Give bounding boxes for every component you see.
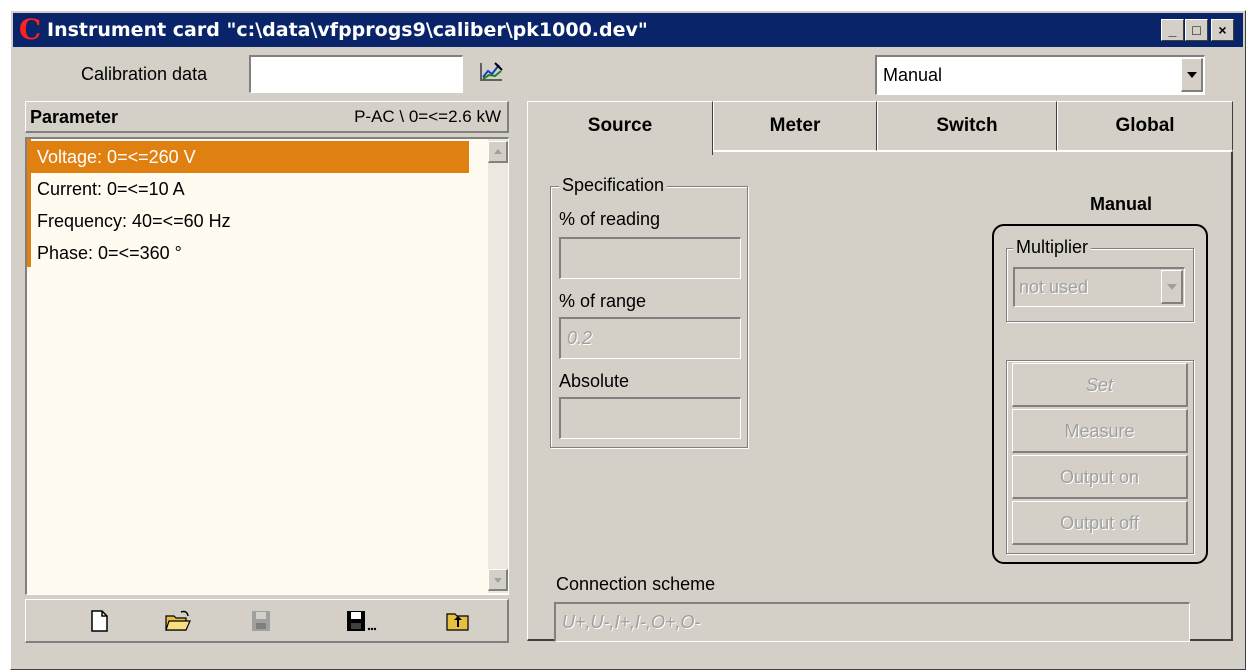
chevron-down-icon: [1167, 284, 1177, 290]
chevron-down-icon: [494, 578, 502, 583]
list-item-frequency[interactable]: Frequency: 40=<=60 Hz: [31, 205, 469, 237]
specification-legend: Specification: [559, 175, 668, 196]
scroll-up-button[interactable]: [488, 141, 508, 163]
parameter-list-scrollbar[interactable]: [488, 139, 508, 593]
mode-select-dropdown-button[interactable]: [1181, 58, 1203, 92]
manual-panel: Multiplier not used Set Measure Output o…: [992, 224, 1208, 564]
parameter-list[interactable]: Voltage: 0=<=260 V Current: 0=<=10 A Fre…: [25, 137, 509, 595]
instrument-card-window: C Instrument card "c:\data\vfpprogs9\cal…: [10, 10, 1246, 670]
connection-scheme-input[interactable]: U+,U-,I+,I-,O+,O-: [554, 602, 1190, 642]
absolute-input[interactable]: [559, 397, 741, 439]
percent-of-range-label: % of range: [559, 291, 647, 311]
measure-button[interactable]: Measure: [1012, 409, 1188, 453]
mode-select-value: Manual: [883, 65, 943, 85]
percent-of-reading-label: % of reading: [559, 209, 661, 229]
calibration-data-label: Calibration data: [81, 64, 208, 84]
tab-global[interactable]: Global: [1057, 101, 1233, 151]
percent-of-range-input[interactable]: 0.2: [559, 317, 741, 359]
chevron-up-icon: [494, 149, 502, 154]
minimize-icon: _: [1168, 22, 1177, 38]
scroll-down-button[interactable]: [488, 569, 508, 591]
connection-scheme-label: Connection scheme: [556, 574, 716, 594]
parameter-toolbar: [25, 599, 509, 643]
tab-switch[interactable]: Switch: [877, 101, 1057, 151]
list-item-voltage[interactable]: Voltage: 0=<=260 V: [31, 141, 469, 173]
tab-page-source: Specification % of reading % of range 0.…: [527, 151, 1233, 642]
absolute-label: Absolute: [559, 371, 630, 391]
multiplier-dropdown-button[interactable]: [1161, 270, 1183, 304]
tab-control: Source Meter Switch Global Specification…: [527, 101, 1233, 642]
output-on-button[interactable]: Output on: [1012, 455, 1188, 499]
maximize-button[interactable]: □: [1185, 19, 1208, 41]
percent-of-reading-input[interactable]: [559, 237, 741, 279]
window-title: Instrument card "c:\data\vfpprogs9\calib…: [47, 19, 648, 41]
parameter-header-range: P-AC \ 0=<=2.6 kW: [354, 107, 501, 126]
save-disabled-icon[interactable]: [248, 608, 274, 634]
manual-title: Manual: [1090, 194, 1153, 214]
mode-select[interactable]: Manual: [875, 55, 1205, 95]
maximize-icon: □: [1192, 22, 1201, 38]
parameter-header-title: Parameter: [30, 107, 119, 127]
save-as-icon[interactable]: [344, 608, 378, 634]
multiplier-legend: Multiplier: [1013, 237, 1092, 258]
close-button[interactable]: ×: [1211, 19, 1234, 41]
multiplier-select[interactable]: not used: [1013, 267, 1185, 307]
close-icon: ×: [1218, 22, 1227, 38]
list-item-current[interactable]: Current: 0=<=10 A: [31, 173, 469, 205]
output-off-button[interactable]: Output off: [1012, 501, 1188, 545]
multiplier-group: Multiplier not used: [1006, 237, 1194, 322]
minimize-button[interactable]: _: [1161, 19, 1184, 41]
up-folder-icon[interactable]: [444, 608, 472, 634]
app-logo-icon: C: [18, 13, 42, 46]
new-file-icon[interactable]: [86, 608, 112, 634]
multiplier-select-value: not used: [1019, 277, 1089, 297]
tab-source[interactable]: Source: [527, 101, 713, 155]
list-item-phase[interactable]: Phase: 0=<=360 °: [31, 237, 469, 269]
set-button[interactable]: Set: [1012, 363, 1188, 407]
calibration-data-input[interactable]: [249, 55, 463, 93]
title-bar[interactable]: C Instrument card "c:\data\vfpprogs9\cal…: [13, 13, 1243, 47]
specification-group: Specification % of reading % of range 0.…: [550, 175, 748, 448]
parameter-header: Parameter P-AC \ 0=<=2.6 kW: [25, 101, 509, 133]
calibration-chart-icon[interactable]: [477, 59, 505, 87]
action-buttons-group: Set Measure Output on Output off: [1006, 360, 1194, 554]
open-folder-icon[interactable]: [164, 608, 192, 634]
chevron-down-icon: [1187, 72, 1197, 78]
tab-meter[interactable]: Meter: [713, 101, 877, 151]
